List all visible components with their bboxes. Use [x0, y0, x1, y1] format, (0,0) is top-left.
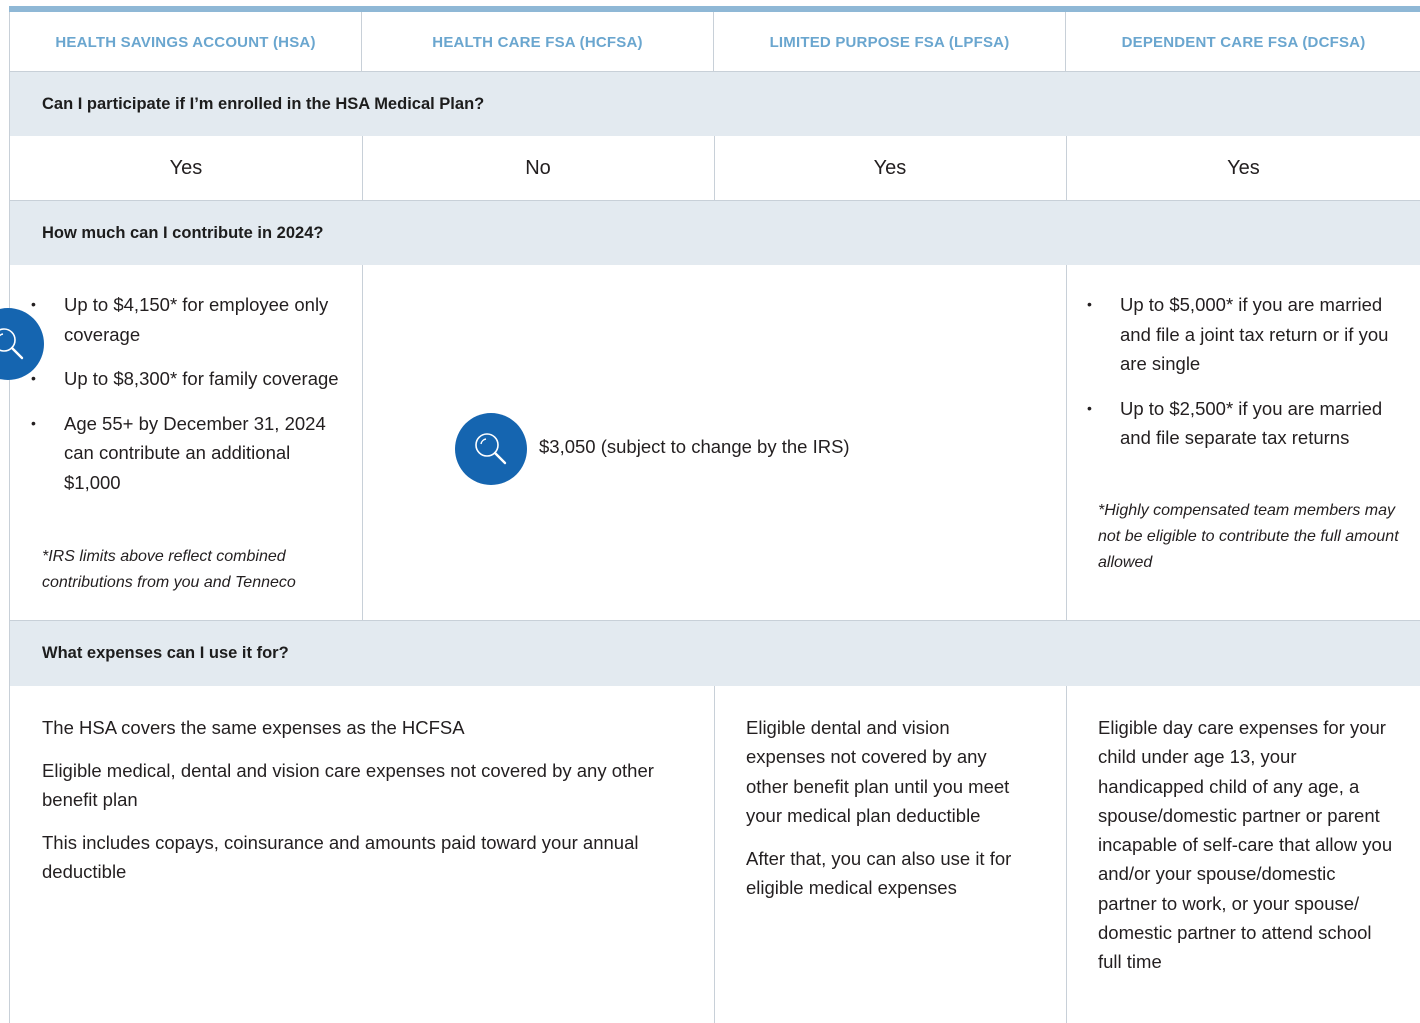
column-divider	[714, 686, 715, 1023]
dcfsa-footnote: *Highly compensated team members may not…	[1098, 502, 1399, 571]
magnifier-icon[interactable]	[455, 413, 527, 485]
lpfsa-expenses: Eligible dental and vision expenses not …	[746, 713, 1031, 916]
list-item: Up to $8,300* for family coverage	[31, 364, 351, 394]
question-contribute: How much can I contribute in 2024?	[10, 201, 1420, 265]
dcfsa-expenses: Eligible day care expenses for your chil…	[1098, 713, 1394, 990]
answer-hcfsa: No	[525, 156, 551, 179]
paragraph: The HSA covers the same expenses as the …	[42, 717, 465, 738]
column-divider	[1066, 686, 1067, 1023]
question-participate: Can I participate if I’m enrolled in the…	[10, 72, 1420, 136]
column-header-row: HEALTH SAVINGS ACCOUNT (HSA) HEALTH CARE…	[10, 12, 1420, 72]
list-item: Up to $5,000* if you are married and fil…	[1087, 290, 1402, 379]
paragraph: Eligible dental and vision expenses not …	[746, 717, 1010, 826]
paragraph: This includes copays, coinsurance and am…	[42, 831, 639, 883]
paragraph: After that, you can also use it for elig…	[746, 847, 1012, 898]
answer-hsa: Yes	[169, 156, 203, 179]
answer-row-expenses: The HSA covers the same expenses as the …	[10, 686, 1420, 1023]
dcfsa-contribution-list: Up to $5,000* if you are married and fil…	[1087, 290, 1402, 468]
list-item: Age 55+ by December 31, 2024 can contrib…	[31, 409, 351, 498]
column-header-lpfsa: LIMITED PURPOSE FSA (LPFSA)	[714, 12, 1066, 72]
column-header-dcfsa: DEPENDENT CARE FSA (DCFSA)	[1121, 33, 1366, 51]
column-divider	[362, 265, 363, 620]
answer-dcfsa: Yes	[1227, 156, 1260, 179]
paragraph: Eligible day care expenses for your chil…	[1098, 717, 1393, 973]
answer-lpfsa: Yes	[873, 156, 907, 179]
answer-row-participate: Yes No Yes Yes	[10, 136, 1420, 201]
hsa-hcfsa-expenses: The HSA covers the same expenses as the …	[42, 713, 672, 900]
fsa-contribution-amount: $3,050 (subject to change by the IRS)	[539, 436, 850, 457]
hsa-contribution-list: Up to $4,150* for employee only coverage…	[31, 290, 351, 512]
column-header-hsa: HEALTH SAVINGS ACCOUNT (HSA)	[10, 12, 362, 72]
list-item: Up to $4,150* for employee only coverage	[31, 290, 351, 349]
question-expenses: What expenses can I use it for?	[10, 621, 1420, 686]
column-header-hcfsa: HEALTH CARE FSA (HCFSA)	[362, 12, 714, 72]
comparison-table: HEALTH SAVINGS ACCOUNT (HSA) HEALTH CARE…	[9, 12, 1420, 1023]
answer-row-contribute: Up to $4,150* for employee only coverage…	[10, 265, 1420, 621]
column-divider	[1066, 265, 1067, 620]
list-item: Up to $2,500* if you are married and fil…	[1087, 394, 1402, 453]
hsa-footnote: *IRS limits above reflect combined contr…	[42, 548, 296, 591]
paragraph: Eligible medical, dental and vision care…	[42, 759, 654, 811]
